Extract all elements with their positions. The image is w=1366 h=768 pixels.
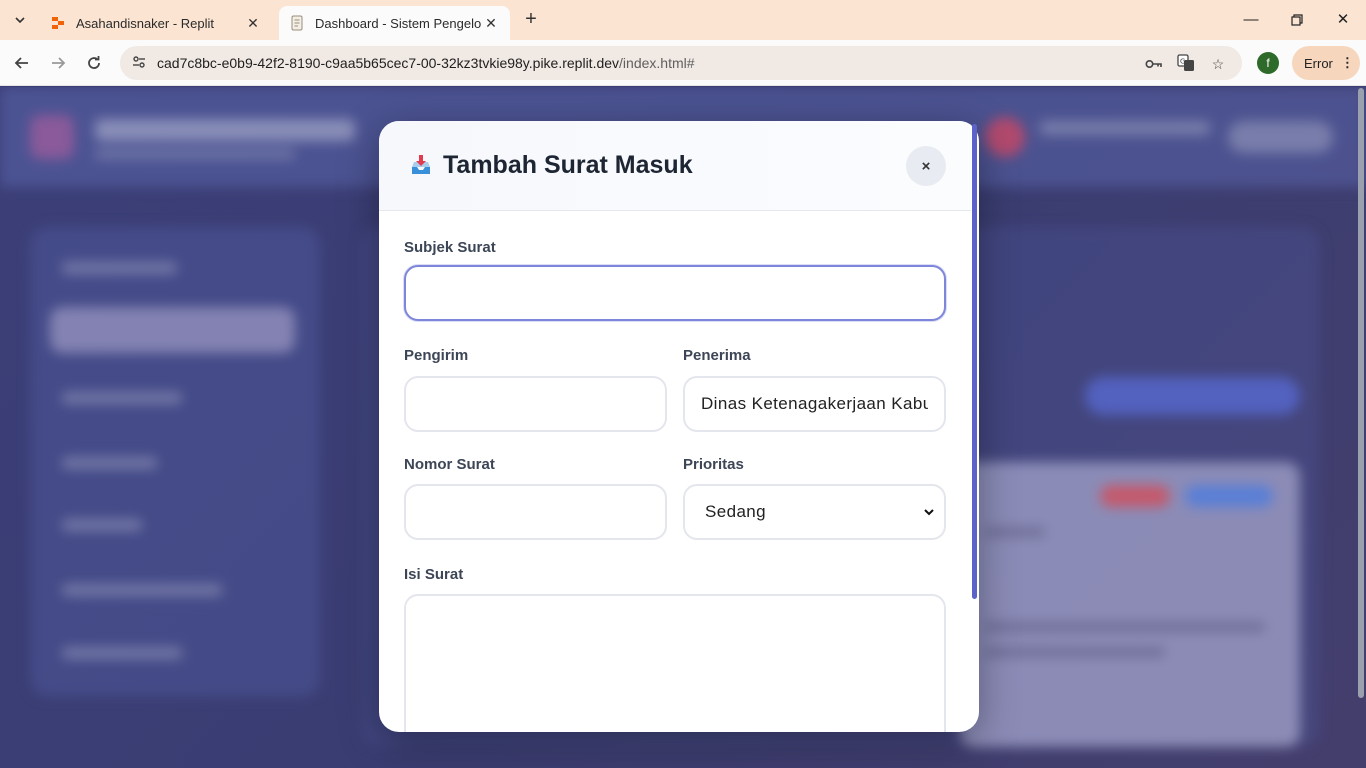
tab-dashboard[interactable]: Dashboard - Sistem Pengelolaa ✕: [279, 6, 510, 40]
bg-subtitle: [95, 149, 295, 159]
browser-toolbar: cad7c8bc-e0b9-42f2-8190-c9aa5b65cec7-00-…: [0, 40, 1366, 86]
bg-sidebar-active-item: [50, 307, 295, 353]
new-tab-icon[interactable]: +: [520, 9, 542, 31]
sender-input[interactable]: [404, 376, 667, 432]
profile-avatar[interactable]: f: [1257, 52, 1279, 74]
add-incoming-letter-modal: Tambah Surat Masuk × Subjek Surat Pengir…: [379, 121, 979, 732]
svg-text:G: G: [1180, 58, 1185, 66]
page-scrollbar[interactable]: [1358, 88, 1364, 698]
tab-search-icon[interactable]: [8, 8, 32, 32]
close-modal-button[interactable]: ×: [906, 146, 946, 186]
sender-label: Pengirim: [404, 347, 469, 364]
bg-logo: [30, 115, 74, 159]
bg-sidebar-item: [62, 392, 182, 404]
recipient-input[interactable]: Dinas Ketenagakerjaan Kabup: [683, 376, 946, 432]
bg-sidebar-item: [62, 457, 157, 469]
bg-sidebar-item: [62, 519, 142, 531]
chevron-down-icon: [922, 504, 936, 518]
bg-header-button: [1228, 121, 1333, 153]
bg-badge: [1185, 485, 1273, 507]
letter-number-label: Nomor Surat: [404, 456, 495, 473]
bg-header-text: [1040, 121, 1210, 135]
inbox-tray-icon: [409, 153, 433, 177]
bookmark-star-icon[interactable]: ☆: [1208, 54, 1228, 74]
password-key-icon[interactable]: [1144, 54, 1164, 74]
letter-number-input[interactable]: [404, 484, 667, 540]
modal-scrollbar[interactable]: [972, 124, 977, 599]
translate-icon[interactable]: G: [1176, 54, 1196, 74]
error-label: Error: [1304, 55, 1333, 71]
url-path: /index.html#: [619, 55, 695, 71]
subject-label: Subjek Surat: [404, 239, 496, 256]
priority-select[interactable]: Sedang: [683, 484, 946, 540]
bg-action-button: [1085, 377, 1300, 415]
recipient-label: Penerima: [683, 347, 751, 364]
close-window-icon[interactable]: ✕: [1331, 8, 1355, 32]
forward-icon[interactable]: [46, 51, 70, 75]
error-menu-button[interactable]: Error ⋮: [1292, 46, 1360, 80]
bg-text-line: [985, 647, 1165, 657]
bg-sidebar-item: [62, 262, 177, 274]
content-label: Isi Surat: [404, 566, 464, 583]
bg-text-line: [985, 622, 1265, 632]
minimize-icon[interactable]: —: [1239, 8, 1263, 32]
url-text[interactable]: cad7c8bc-e0b9-42f2-8190-c9aa5b65cec7-00-…: [157, 55, 695, 71]
close-tab-icon[interactable]: ✕: [482, 15, 500, 32]
browser-tab-bar: Asahandisnaker - Replit ✕ Dashboard - Si…: [0, 0, 1366, 40]
bg-badge: [1100, 485, 1170, 507]
content-textarea[interactable]: [404, 594, 946, 732]
tab-title: Asahandisnaker - Replit: [76, 15, 215, 31]
subject-input[interactable]: [404, 265, 946, 321]
site-settings-icon[interactable]: [130, 54, 148, 72]
tab-title: Dashboard - Sistem Pengelolaa: [315, 15, 482, 31]
more-menu-icon: ⋮: [1340, 55, 1354, 70]
modal-header: Tambah Surat Masuk ×: [379, 121, 971, 211]
bg-title: [95, 119, 355, 141]
document-icon: [289, 15, 305, 31]
replit-icon: [50, 15, 66, 31]
tab-replit[interactable]: Asahandisnaker - Replit ✕: [40, 6, 272, 40]
bg-sidebar-item: [62, 647, 182, 659]
bg-sidebar-item: [62, 584, 222, 596]
back-icon[interactable]: [10, 51, 34, 75]
reload-icon[interactable]: [82, 51, 106, 75]
bg-avatar: [985, 117, 1025, 157]
modal-title: Tambah Surat Masuk: [443, 151, 693, 179]
priority-label: Prioritas: [683, 456, 744, 473]
bg-text-line: [985, 527, 1045, 537]
url-host: cad7c8bc-e0b9-42f2-8190-c9aa5b65cec7-00-…: [157, 55, 620, 71]
address-bar[interactable]: cad7c8bc-e0b9-42f2-8190-c9aa5b65cec7-00-…: [120, 46, 1242, 80]
close-tab-icon[interactable]: ✕: [244, 15, 262, 32]
restore-icon[interactable]: [1285, 8, 1309, 32]
